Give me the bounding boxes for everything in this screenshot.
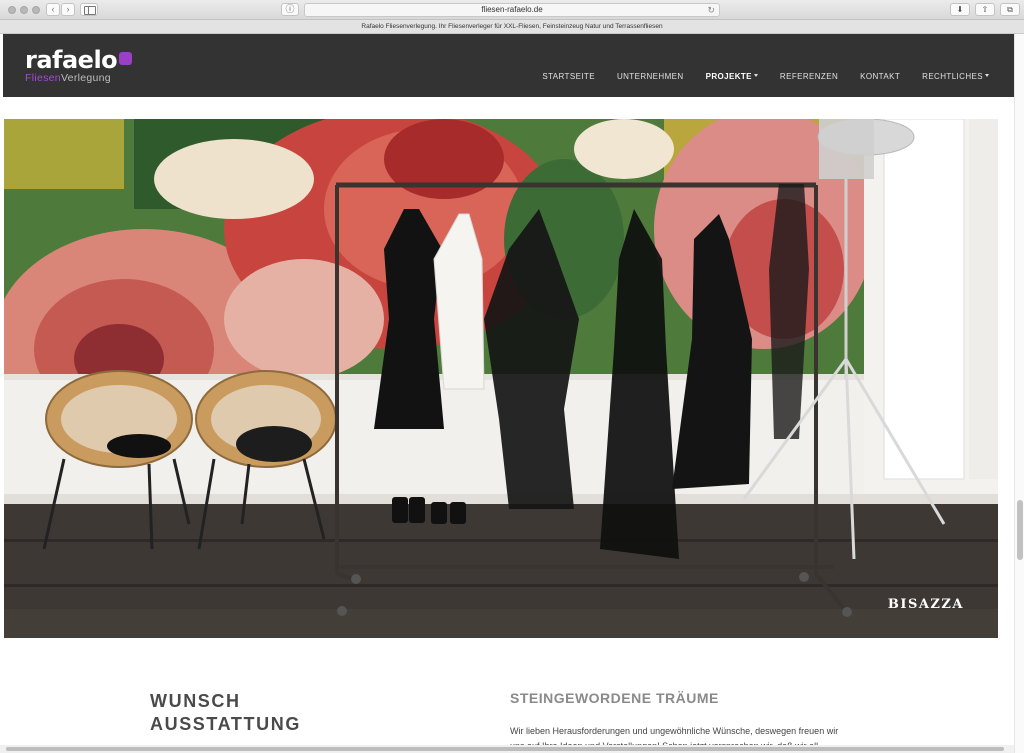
logo-main-text: rafaelo — [25, 46, 118, 74]
horizontal-scrollbar[interactable] — [0, 745, 1014, 753]
scrollbar-thumb[interactable] — [1017, 500, 1023, 560]
nav-referenzen[interactable]: REFERENZEN — [780, 72, 838, 81]
vertical-scrollbar[interactable] — [1014, 34, 1024, 753]
section-title-line1: WUNSCH — [150, 691, 241, 711]
minimize-window-icon[interactable] — [20, 6, 28, 14]
nav-projekte[interactable]: PROJEKTE — [706, 72, 758, 81]
forward-button[interactable]: › — [61, 3, 75, 16]
site-header: rafaelo FliesenVerlegung STARTSEITE UNTE… — [3, 34, 1015, 97]
logo-sub-verlegung: Verlegung — [60, 72, 111, 84]
chevron-down-icon — [753, 74, 758, 78]
nav-rechtliches[interactable]: RECHTLICHES — [922, 72, 989, 81]
section-title-right: STEINGEWORDENE TRÄUME — [510, 690, 719, 706]
info-icon[interactable]: ⓘ — [281, 3, 299, 16]
address-bar[interactable]: fliesen-rafaelo.de ↻ — [304, 3, 720, 17]
tabs-icon[interactable]: ⧉ — [1000, 3, 1020, 16]
hero-brand-watermark: BISAZZA — [887, 597, 964, 612]
site-logo[interactable]: rafaelo FliesenVerlegung — [25, 46, 132, 84]
nav-unternehmen[interactable]: UNTERNEHMEN — [617, 72, 684, 81]
logo-sub-fliesen: Fliesen — [25, 72, 61, 84]
logo-mark-icon — [119, 52, 132, 65]
zoom-window-icon[interactable] — [32, 6, 40, 14]
chevron-down-icon — [985, 74, 989, 78]
sidebar-toggle-icon[interactable] — [80, 3, 98, 16]
url-text: fliesen-rafaelo.de — [481, 5, 543, 14]
section-title-left: WUNSCH AUSSTATTUNG — [150, 690, 301, 736]
download-icon[interactable]: ⬇ — [950, 3, 970, 16]
close-window-icon[interactable] — [8, 6, 16, 14]
window-title: Rafaelo Fliesenverlegung. Ihr Fliesenver… — [0, 20, 1024, 34]
hero-illustration — [4, 119, 998, 638]
hero-image: BISAZZA — [4, 119, 998, 638]
browser-toolbar: ‹ › ⓘ fliesen-rafaelo.de ↻ ⬇ ⇧ ⧉ — [0, 0, 1024, 20]
nav-startseite[interactable]: STARTSEITE — [542, 72, 595, 81]
horizontal-scrollbar-thumb[interactable] — [6, 747, 1004, 751]
main-nav: STARTSEITE UNTERNEHMEN PROJEKTE REFERENZ… — [520, 72, 989, 81]
nav-kontakt[interactable]: KONTAKT — [860, 72, 900, 81]
section-title-line2: AUSSTATTUNG — [150, 714, 301, 734]
logo-subtitle: FliesenVerlegung — [25, 72, 117, 84]
back-button[interactable]: ‹ — [46, 3, 60, 16]
reload-icon[interactable]: ↻ — [707, 4, 715, 16]
share-icon[interactable]: ⇧ — [975, 3, 995, 16]
